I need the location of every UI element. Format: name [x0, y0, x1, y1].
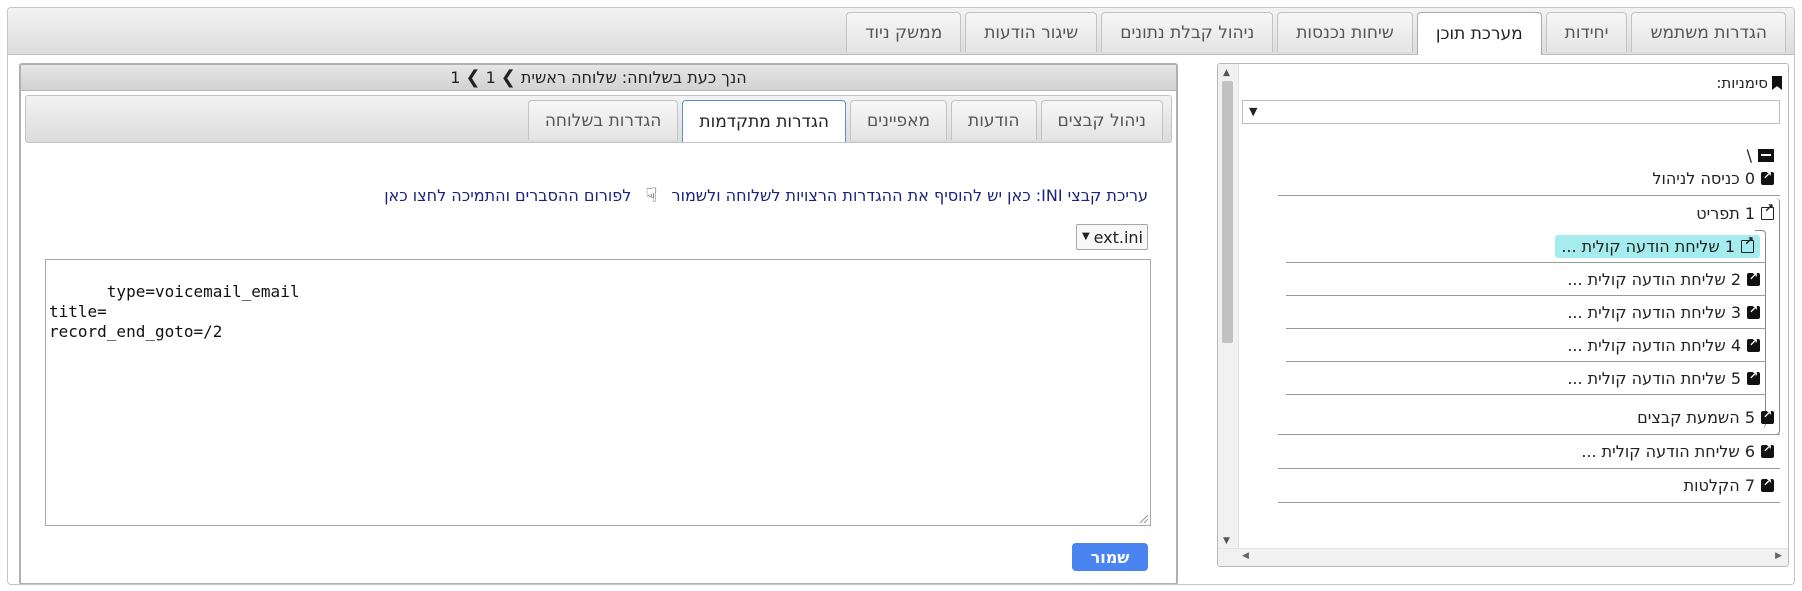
bookmark-icon	[1772, 76, 1782, 90]
tree-item[interactable]: 2 שליחת הודעה קולית ...	[1286, 263, 1766, 296]
resize-handle[interactable]	[1140, 515, 1148, 523]
tab-data-management[interactable]: ניהול קבלת נתונים	[1101, 12, 1274, 52]
tab-messages[interactable]: הודעות	[951, 100, 1037, 140]
save-button[interactable]: שמור	[1072, 543, 1148, 571]
bookmarks-label: סימניות:	[1716, 74, 1782, 92]
tree-item-label: 5 השמעת קבצים	[1637, 408, 1755, 427]
tree-item[interactable]: 5 השמעת קבצים	[1278, 401, 1780, 435]
tree-item-label: 4 שליחת הודעה קולית ...	[1567, 335, 1741, 355]
tab-message-dispatch[interactable]: שיגור הודעות	[965, 12, 1098, 52]
tab-incoming-calls[interactable]: שיחות נכנסות	[1277, 12, 1413, 52]
ini-file-select-value: ext.ini	[1093, 227, 1143, 247]
chevron-down-icon: ▼	[1249, 105, 1258, 118]
bookmarks-select[interactable]: ▼	[1242, 100, 1780, 124]
top-tab-bar: הגדרות משתמש יחידות מערכת תוכן שיחות נכנ…	[8, 8, 1794, 55]
chevron-left-icon: ❯	[465, 67, 481, 88]
scroll-up-arrow-icon[interactable]: ▲	[1223, 68, 1230, 78]
external-link-square-icon	[1747, 270, 1760, 286]
external-link-square-icon	[1747, 303, 1760, 319]
ini-instructions: עריכת קבצי INI: כאן יש להוסיף את ההגדרות…	[384, 183, 1148, 207]
main-panel: הנך כעת בשלוחה: שלוחה ראשית ❯ 1 ❯ 1 ניהו…	[19, 63, 1178, 584]
scroll-down-arrow-icon[interactable]: ▼	[1223, 536, 1230, 546]
tree-horizontal-scrollbar[interactable]: ◀ ▶	[1218, 548, 1788, 566]
bookmarks-label-text: סימניות:	[1716, 74, 1768, 92]
pointing-hand-icon: ☟	[645, 183, 658, 207]
tree-panel: ▲ ▼ סימניות: ▼ \ 0 כניסה לניהול	[1217, 63, 1789, 567]
tree-item[interactable]: 5 שליחת הודעה קולית ...	[1286, 362, 1766, 395]
ini-editor-content: type=voicemail_email title= record_end_g…	[49, 282, 300, 341]
tree-item-label: 7 הקלטות	[1683, 476, 1755, 495]
tree-item[interactable]: 7 הקלטות	[1278, 469, 1780, 503]
tree-item-label: 1 שליחת הודעה קולית ...	[1561, 236, 1735, 256]
tree-item[interactable]: 0 כניסה לניהול	[1278, 162, 1780, 196]
tree-item[interactable]: 6 שליחת הודעה קולית ...	[1278, 435, 1780, 469]
tab-file-management[interactable]: ניהול קבצים	[1040, 100, 1163, 140]
tree-item-label: 2 שליחת הודעה קולית ...	[1567, 269, 1741, 289]
chevron-left-icon: ❯	[500, 67, 516, 88]
external-link-square-icon	[1761, 442, 1774, 458]
tree-item-selected[interactable]: 1 שליחת הודעה קולית ...	[1286, 230, 1766, 263]
app-window: הגדרות משתמש יחידות מערכת תוכן שיחות נכנ…	[7, 7, 1795, 585]
ini-intro-text: עריכת קבצי INI: כאן יש להוסיף את ההגדרות…	[671, 185, 1148, 205]
external-link-square-icon	[1761, 408, 1774, 424]
forum-link[interactable]: לפורום ההסברים והתמיכה לחצו כאן	[384, 186, 631, 205]
tree-item-label: 6 שליחת הודעה קולית ...	[1581, 442, 1755, 461]
extension-tabs: ניהול קבצים הודעות מאפיינים הגדרות מתקדמ…	[527, 100, 1163, 142]
selected-item-highlight: 1 שליחת הודעה קולית ...	[1555, 234, 1760, 258]
tree-item-label: 0 כניסה לניהול	[1652, 169, 1755, 188]
tree-item[interactable]: 4 שליחת הודעה קולית ...	[1286, 329, 1766, 362]
breadcrumb-item[interactable]: 1	[450, 68, 460, 87]
breadcrumb-prefix: הנך כעת בשלוחה:	[621, 68, 747, 87]
external-link-outline-icon	[1741, 234, 1754, 253]
ini-editor-textarea[interactable]: type=voicemail_email title= record_end_g…	[45, 259, 1151, 526]
tree-content: סימניות: ▼ \ 0 כניסה לניהול 1 תפריט	[1238, 64, 1788, 550]
breadcrumb-root[interactable]: שלוחה ראשית	[521, 68, 617, 87]
scroll-left-arrow-icon[interactable]: ◀	[1242, 551, 1249, 561]
tab-extension-settings[interactable]: הגדרות בשלוחה	[527, 100, 679, 140]
tab-user-settings[interactable]: הגדרות משתמש	[1631, 12, 1786, 52]
extension-tab-bar: ניהול קבצים הודעות מאפיינים הגדרות מתקדמ…	[25, 95, 1172, 143]
external-link-square-icon	[1761, 169, 1774, 185]
tree-item-label: 5 שליחת הודעה קולית ...	[1567, 368, 1741, 388]
breadcrumb-item[interactable]: 1	[486, 68, 496, 87]
scroll-right-arrow-icon[interactable]: ▶	[1775, 551, 1782, 561]
tree-item[interactable]: 3 שליחת הודעה קולית ...	[1286, 296, 1766, 329]
chevron-down-icon: ▼	[1082, 231, 1090, 242]
scrollbar-thumb[interactable]	[1222, 81, 1233, 343]
breadcrumb: הנך כעת בשלוחה: שלוחה ראשית ❯ 1 ❯ 1	[21, 65, 1176, 91]
tab-units[interactable]: יחידות	[1545, 12, 1628, 52]
top-tabs: הגדרות משתמש יחידות מערכת תוכן שיחות נכנ…	[846, 12, 1786, 55]
external-link-square-icon	[1747, 369, 1760, 385]
ini-file-select[interactable]: ▼ ext.ini	[1076, 224, 1148, 250]
tab-content-system[interactable]: מערכת תוכן	[1416, 12, 1542, 55]
external-link-square-icon	[1761, 476, 1774, 492]
tree-item-label: 3 שליחת הודעה קולית ...	[1567, 302, 1741, 322]
archive-box-icon	[1758, 149, 1774, 162]
tree-vertical-scrollbar[interactable]: ▲ ▼	[1218, 64, 1239, 550]
tab-advanced-settings[interactable]: הגדרות מתקדמות	[682, 100, 847, 142]
tab-properties[interactable]: מאפיינים	[850, 100, 948, 140]
tab-porting-interface[interactable]: ממשק ניוד	[846, 12, 962, 52]
external-link-square-icon	[1747, 336, 1760, 352]
